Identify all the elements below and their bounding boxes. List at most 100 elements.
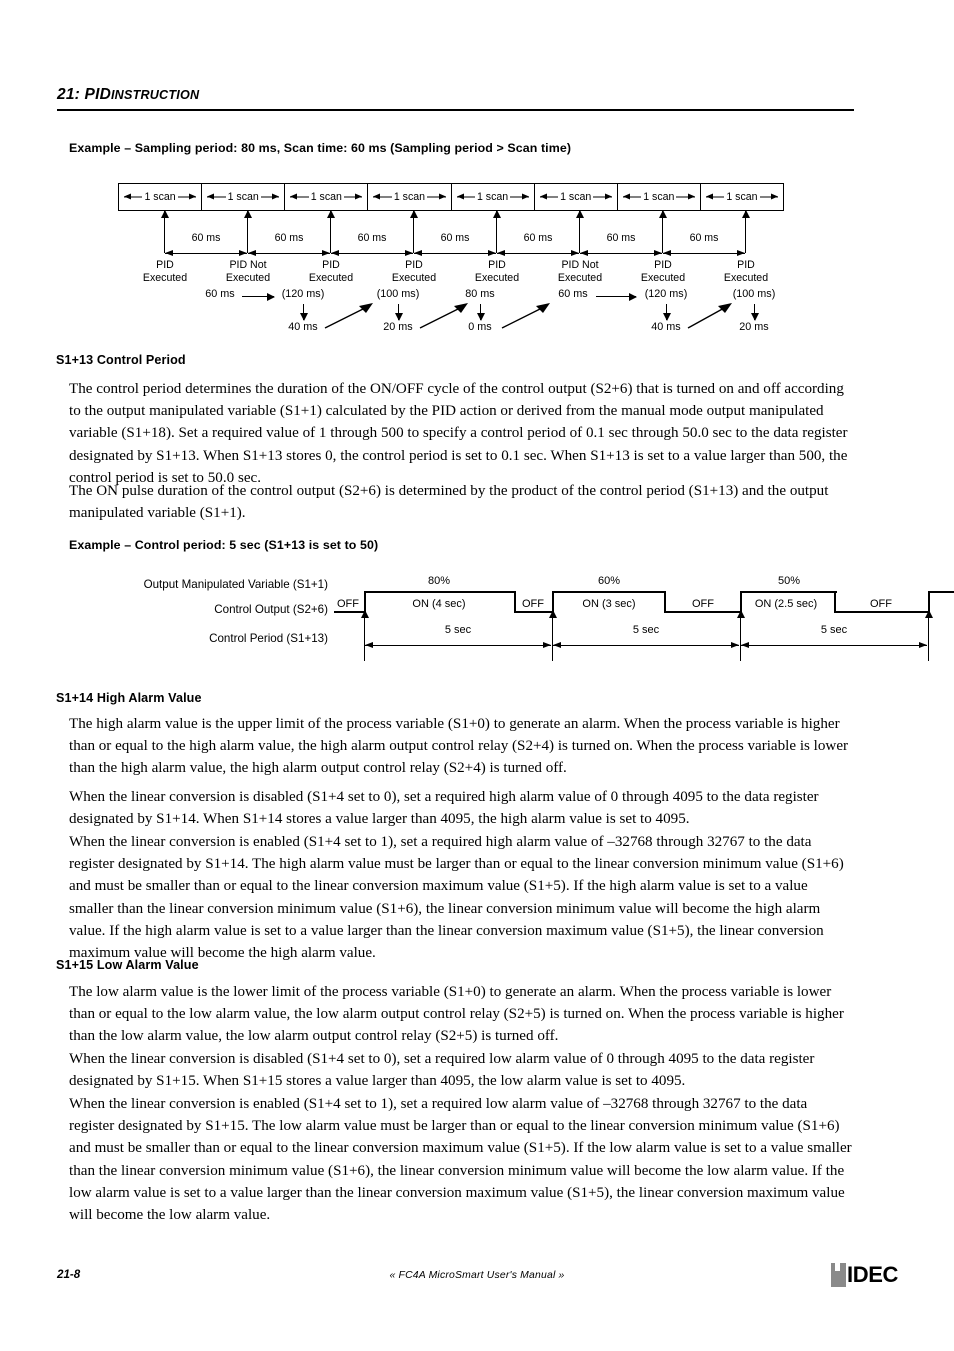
pid-status-label: PID Executed — [142, 259, 188, 284]
flow-down-arrow-icon — [298, 304, 309, 321]
control-period-tick — [923, 610, 935, 661]
interval-label: 60 ms — [357, 232, 387, 244]
scan-row: 1 scan 1 scan 1 scan 1 scan 1 scan 1 sca… — [118, 183, 784, 211]
paragraph-s1-14-2: When the linear conversion is disabled (… — [69, 789, 819, 828]
control-period-diagram: Output Manipulated Variable (S1+1) Contr… — [88, 575, 954, 661]
pid-status-label: PID Not Executed — [225, 259, 271, 284]
section-heading-s1-13: S1+13 Control Period — [56, 353, 186, 367]
interval-arrow-icon — [580, 248, 662, 257]
control-output-off-label: OFF — [337, 598, 359, 610]
waveform-low-segment — [664, 611, 742, 614]
interval-measure: 60 ms — [663, 232, 745, 259]
flow-value-bottom: 20 ms — [383, 321, 413, 333]
flow-down-arrow-icon — [749, 304, 760, 321]
chapter-number: 21: — [57, 86, 81, 103]
example-control-period-heading: Example – Control period: 5 sec (S1+13 i… — [69, 538, 379, 552]
output-percent-label: 60% — [597, 575, 621, 587]
scan-box: 1 scan — [202, 184, 286, 210]
control-period-label: 5 sec — [820, 624, 848, 636]
chapter-title-rest: INSTRUCTION — [110, 88, 200, 102]
row-label-output-manipulated-variable: Output Manipulated Variable (S1+1) — [143, 578, 328, 591]
control-period-tick — [547, 610, 559, 661]
control-output-off-label: OFF — [692, 598, 714, 610]
waveform-high-segment — [740, 591, 837, 594]
flow-value-bottom: 40 ms — [288, 321, 318, 333]
flow-value-bottom: 40 ms — [651, 321, 681, 333]
idec-logo: IDEC — [831, 1262, 898, 1288]
paragraph-s1-13-2: The ON pulse duration of the control out… — [69, 483, 829, 522]
scan-label: 1 scan — [724, 191, 760, 203]
interval-label: 60 ms — [523, 232, 553, 244]
interval-arrow-icon — [663, 248, 745, 257]
scan-box: 1 scan — [535, 184, 618, 210]
interval-arrow-icon — [497, 248, 579, 257]
waveform-falling-edge — [834, 591, 837, 613]
flow-right-arrow-icon — [242, 291, 275, 302]
flow-value-bottom: 20 ms — [739, 321, 769, 333]
scan-label: 1 scan — [641, 191, 677, 203]
footer-manual-title: « FC4A MicroSmart User's Manual » — [0, 1270, 954, 1281]
interval-label: 60 ms — [689, 232, 719, 244]
control-period-arrow-icon — [365, 640, 551, 649]
pid-status-label: PID Executed — [391, 259, 437, 284]
paragraph-s1-15-2: When the linear conversion is disabled (… — [69, 1051, 815, 1090]
control-period-measure: 5 sec — [553, 624, 739, 651]
interval-arrow-icon — [248, 248, 330, 257]
interval-label: 60 ms — [606, 232, 636, 244]
control-period-arrow-icon — [741, 640, 927, 649]
scan-label: 1 scan — [142, 191, 178, 203]
flow-value-bottom: 0 ms — [468, 321, 492, 333]
flow-down-arrow-icon — [661, 304, 672, 321]
flow-diagonal-arrow-icon — [419, 303, 468, 329]
scan-box: 1 scan — [618, 184, 701, 210]
section-heading-s1-14: S1+14 High Alarm Value — [56, 691, 202, 705]
interval-measure: 60 ms — [580, 232, 662, 259]
sampling-accumulation-flow: 60 ms (120 ms) 40 ms (100 ms) 20 ms 80 m… — [190, 288, 775, 336]
pid-status-label: PID Executed — [308, 259, 354, 284]
document-page: 21: PIDINSTRUCTION Example – Sampling pe… — [0, 0, 954, 1351]
scan-label: 1 scan — [474, 191, 511, 203]
scan-label: 1 scan — [558, 191, 594, 203]
running-header: 21: PIDINSTRUCTION — [57, 86, 854, 111]
scan-box: 1 scan — [285, 184, 369, 210]
header-divider — [57, 109, 854, 111]
page-title: 21: PIDINSTRUCTION — [57, 86, 854, 104]
control-period-label: 5 sec — [444, 624, 472, 636]
interval-label: 60 ms — [440, 232, 470, 244]
flow-down-arrow-icon — [393, 304, 404, 321]
flow-value-top: (120 ms) — [281, 288, 325, 300]
output-percent-label: 50% — [777, 575, 801, 587]
paragraph-s1-15-3: When the linear conversion is enabled (S… — [69, 1096, 852, 1224]
interval-label: 60 ms — [191, 232, 221, 244]
flow-value-top: (100 ms) — [732, 288, 776, 300]
flow-value-top: (100 ms) — [376, 288, 420, 300]
interval-arrow-icon — [331, 248, 413, 257]
footer-text: « FC4A MicroSmart User's Manual » — [389, 1270, 565, 1281]
row-label-control-output: Control Output (S2+6) — [214, 603, 328, 616]
waveform-high-segment — [364, 591, 516, 594]
scan-label: 1 scan — [391, 191, 428, 203]
paragraph-s1-14-1: The high alarm value is the upper limit … — [69, 716, 849, 777]
chapter-title-main: PID — [84, 86, 111, 103]
flow-diagonal-arrow-icon — [501, 303, 550, 329]
control-period-arrow-icon — [553, 640, 739, 649]
flow-down-arrow-icon — [475, 304, 486, 321]
pid-status-label: PID Executed — [640, 259, 686, 284]
interval-measure: 60 ms — [165, 232, 247, 259]
paragraph-s1-15-1: The low alarm value is the lower limit o… — [69, 984, 844, 1045]
scan-box: 1 scan — [701, 184, 783, 210]
interval-arrow-icon — [165, 248, 247, 257]
section-heading-s1-15: S1+15 Low Alarm Value — [56, 958, 199, 972]
scan-label: 1 scan — [308, 191, 344, 203]
waveform-falling-edge — [664, 591, 667, 613]
interval-measure: 60 ms — [248, 232, 330, 259]
waveform-high-segment — [928, 591, 954, 594]
flow-value-top: (120 ms) — [644, 288, 688, 300]
scan-box: 1 scan — [368, 184, 452, 210]
control-output-on-label: ON (4 sec) — [412, 598, 466, 610]
scan-box: 1 scan — [452, 184, 535, 210]
flow-right-arrow-icon — [596, 291, 637, 302]
control-output-on-label: ON (2.5 sec) — [754, 598, 818, 610]
control-output-on-label: ON (3 sec) — [582, 598, 636, 610]
timing-tick — [740, 210, 752, 253]
